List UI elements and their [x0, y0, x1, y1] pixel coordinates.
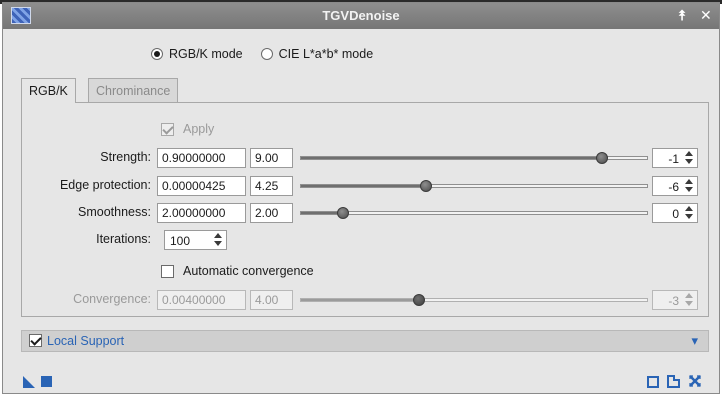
edge-protection-label: Edge protection: [59, 178, 151, 192]
edge-protection-slider-handle[interactable] [419, 180, 432, 192]
reset-icon[interactable] [647, 376, 659, 388]
param-row-edge-protection: Edge protection: 0.00000425 4.25 -6 [3, 175, 721, 197]
convergence-mantissa-field[interactable]: 4.00 [250, 290, 293, 310]
lab-mode-radio[interactable] [260, 48, 273, 60]
param-row-smoothness: Smoothness: 2.00000000 2.00 0 [3, 202, 721, 224]
edge-protection-exponent-value: -6 [668, 180, 679, 194]
tab-rgbk[interactable]: RGB/K [21, 78, 76, 103]
edge-protection-mantissa-field[interactable]: 4.25 [250, 176, 293, 196]
close-process-icon[interactable] [688, 374, 702, 388]
expand-section-icon[interactable]: ▾ [691, 333, 698, 349]
smoothness-slider-handle[interactable] [336, 207, 349, 219]
param-row-convergence: Convergence: 0.00400000 4.00 -3 [3, 289, 721, 311]
spinner-arrows-icon[interactable] [212, 232, 224, 248]
strength-exponent-value: -1 [668, 152, 679, 166]
iterations-value: 100 [170, 234, 191, 248]
tab-chrominance[interactable]: Chrominance [88, 78, 179, 103]
spinner-arrows-icon[interactable] [683, 150, 695, 166]
color-mode-selector: RGB/K mode CIE L*a*b* mode [151, 47, 373, 61]
convergence-slider[interactable] [300, 294, 648, 306]
strength-exponent-spinbox[interactable]: -1 [652, 148, 698, 168]
apply-label: Apply [183, 122, 215, 136]
convergence-exponent-value: -3 [668, 294, 679, 308]
spinner-arrows-icon[interactable] [683, 292, 695, 308]
strength-mantissa-field[interactable]: 9.00 [250, 148, 293, 168]
strength-slider-handle[interactable] [596, 152, 609, 164]
convergence-exponent-spinbox[interactable]: -3 [652, 290, 698, 310]
spinner-arrows-icon[interactable] [683, 205, 695, 221]
strength-value-field[interactable]: 0.90000000 [157, 148, 246, 168]
smoothness-exponent-spinbox[interactable]: 0 [652, 203, 698, 223]
iterations-spinbox[interactable]: 100 [164, 230, 227, 250]
new-instance-icon[interactable] [23, 376, 35, 388]
convergence-slider-fill [301, 299, 419, 301]
smoothness-mantissa-field[interactable]: 2.00 [250, 203, 293, 223]
local-support-section[interactable]: Local Support ▾ [21, 330, 709, 352]
edge-protection-slider[interactable] [300, 180, 648, 192]
auto-convergence-label[interactable]: Automatic convergence [183, 264, 314, 278]
rgbk-mode-label[interactable]: RGB/K mode [169, 47, 243, 61]
strength-label: Strength: [100, 150, 151, 164]
param-row-strength: Strength: 0.90000000 9.00 -1 [3, 147, 721, 169]
preview-icon[interactable] [667, 375, 680, 388]
edge-protection-value-field[interactable]: 0.00000425 [157, 176, 246, 196]
iterations-row: Iterations: 100 [3, 229, 721, 251]
shade-icon[interactable]: ⯭ [678, 7, 686, 24]
auto-convergence-checkbox[interactable] [161, 265, 174, 278]
apply-global-icon[interactable] [41, 376, 52, 387]
lab-mode-label[interactable]: CIE L*a*b* mode [279, 47, 374, 61]
smoothness-value-field[interactable]: 2.00000000 [157, 203, 246, 223]
edge-protection-exponent-spinbox[interactable]: -6 [652, 176, 698, 196]
local-support-label[interactable]: Local Support [47, 334, 124, 348]
title-bar[interactable]: TGVDenoise ⯭ ✕ [3, 3, 719, 29]
edge-protection-slider-fill [301, 185, 426, 187]
convergence-slider-handle[interactable] [412, 294, 425, 306]
convergence-label: Convergence: [73, 292, 151, 306]
spinner-arrows-icon[interactable] [683, 178, 695, 194]
smoothness-label: Smoothness: [78, 205, 151, 219]
auto-convergence-row: Automatic convergence [3, 261, 721, 283]
local-support-checkbox[interactable] [29, 334, 42, 347]
window-title: TGVDenoise [322, 8, 400, 23]
apply-row: Apply [3, 119, 721, 141]
rgbk-mode-radio[interactable] [151, 48, 163, 60]
close-window-icon[interactable]: ✕ [700, 7, 712, 24]
iterations-label: Iterations: [96, 232, 151, 246]
process-control-bar [3, 365, 719, 393]
strength-slider-fill [301, 157, 603, 159]
smoothness-exponent-value: 0 [672, 207, 679, 221]
strength-slider[interactable] [300, 152, 648, 164]
tgvdenoise-window: TGVDenoise ⯭ ✕ RGB/K mode CIE L*a*b* mod… [2, 2, 720, 394]
apply-checkbox[interactable] [161, 123, 174, 136]
convergence-value-field[interactable]: 0.00400000 [157, 290, 246, 310]
smoothness-slider[interactable] [300, 207, 648, 219]
